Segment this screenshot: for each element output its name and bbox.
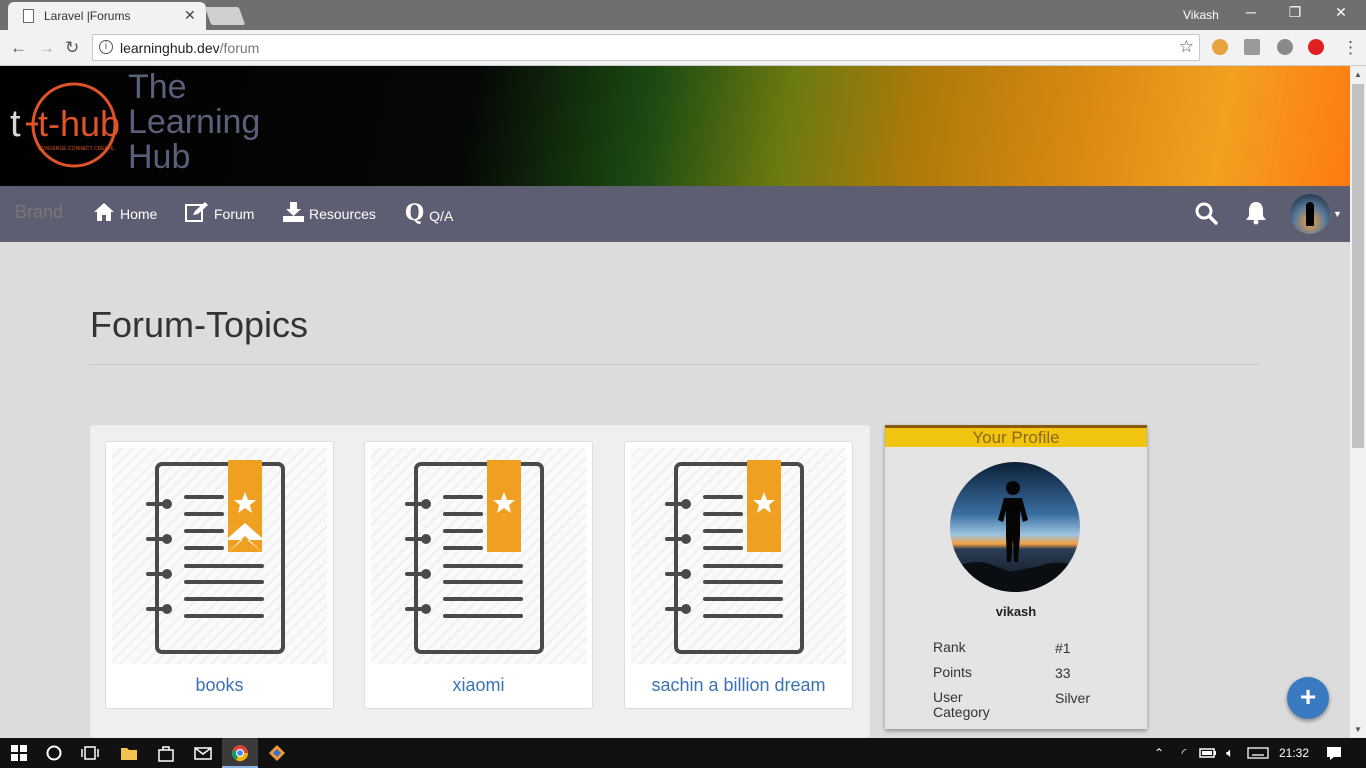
bookmark-star-icon[interactable]: ☆ bbox=[1179, 37, 1194, 57]
url-path: /forum bbox=[219, 40, 260, 56]
avatar[interactable] bbox=[1290, 194, 1330, 234]
notebook-art bbox=[371, 448, 586, 664]
profile-category-label: User Category bbox=[933, 689, 990, 720]
menu-kebab-icon[interactable]: ⋮ bbox=[1342, 38, 1359, 58]
site-banner: t t-hub CONVERGE CONNECT CREATE The Lear… bbox=[0, 66, 1350, 186]
topic-link[interactable]: xiaomi bbox=[365, 675, 592, 696]
action-center-icon[interactable] bbox=[1325, 744, 1343, 762]
site-title: The Learning Hub bbox=[128, 70, 260, 175]
notebook-icon bbox=[405, 460, 544, 654]
forward-icon[interactable]: → bbox=[38, 38, 55, 58]
profile-rank-label: Rank bbox=[933, 639, 966, 655]
notebook-icon bbox=[665, 460, 804, 654]
windows-taskbar: ⌃ ◜ 🔈︎ 21:32 bbox=[0, 738, 1366, 768]
keyboard-icon[interactable] bbox=[1247, 744, 1269, 762]
restore-icon[interactable]: ❐ bbox=[1280, 4, 1310, 21]
scrollbar-thumb[interactable] bbox=[1352, 84, 1364, 448]
nav-forum[interactable]: Forum bbox=[185, 202, 254, 222]
topic-card[interactable]: books bbox=[105, 441, 334, 709]
extension-icon[interactable] bbox=[1277, 39, 1293, 55]
avatar-silhouette bbox=[1306, 202, 1314, 226]
window-close-icon[interactable]: ✕ bbox=[1326, 4, 1356, 21]
address-bar[interactable]: i learninghub.dev/forum ☆ bbox=[92, 34, 1200, 61]
profile-rank-value: #1 bbox=[1055, 640, 1071, 656]
profile-card: Your Profile vikash Rank #1 Points 33 Us… bbox=[885, 425, 1147, 729]
page-title: Forum-Topics bbox=[90, 304, 309, 345]
add-topic-button[interactable]: + bbox=[1287, 677, 1329, 719]
navbar-brand[interactable]: Brand bbox=[15, 202, 63, 223]
notebook-art bbox=[631, 448, 846, 664]
tab-title: Laravel |Forums bbox=[44, 9, 131, 23]
info-icon[interactable]: i bbox=[99, 40, 113, 54]
t-hub-logo[interactable]: t t-hub CONVERGE CONNECT CREATE bbox=[8, 78, 120, 172]
topic-card[interactable]: xiaomi bbox=[364, 441, 593, 709]
title-divider bbox=[90, 364, 1259, 365]
profile-points-value: 33 bbox=[1055, 665, 1071, 681]
edit-icon bbox=[185, 202, 208, 222]
scroll-up-icon[interactable]: ▲ bbox=[1354, 70, 1362, 79]
browser-toolbar: ← → ↻ i learninghub.dev/forum ☆ ⋮ bbox=[0, 30, 1366, 66]
nav-label: Q/A bbox=[429, 208, 454, 224]
site-title-line: Hub bbox=[128, 138, 191, 176]
site-title-line: The bbox=[128, 68, 187, 106]
cookie-extension-icon[interactable] bbox=[1212, 39, 1228, 55]
minimize-icon[interactable]: ─ bbox=[1236, 4, 1266, 20]
scroll-down-icon[interactable]: ▼ bbox=[1354, 725, 1362, 734]
main-navbar: Brand Home Forum Resources Q Q/A bbox=[0, 186, 1350, 242]
tab-close-icon[interactable]: ✕ bbox=[184, 7, 196, 24]
logo-tagline: CONVERGE CONNECT CREATE bbox=[38, 146, 115, 152]
topic-link[interactable]: books bbox=[106, 675, 333, 696]
taskbar-clock[interactable]: 21:32 bbox=[1279, 746, 1309, 760]
chevron-up-icon[interactable]: ⌃ bbox=[1150, 744, 1168, 762]
profile-points-label: Points bbox=[933, 664, 972, 680]
download-icon bbox=[283, 202, 304, 222]
url-text[interactable]: learninghub.dev/forum bbox=[120, 40, 259, 56]
search-icon[interactable] bbox=[1194, 201, 1218, 225]
reload-icon[interactable]: ↻ bbox=[65, 38, 79, 58]
url-host: learninghub.dev bbox=[120, 40, 220, 56]
battery-icon[interactable] bbox=[1199, 744, 1217, 762]
page-favicon-icon bbox=[23, 9, 34, 23]
home-icon bbox=[94, 203, 114, 221]
back-icon[interactable]: ← bbox=[10, 38, 27, 58]
q-icon: Q bbox=[405, 200, 425, 226]
search-circle-icon[interactable] bbox=[45, 744, 63, 762]
bell-icon[interactable] bbox=[1245, 201, 1267, 225]
drive-extension-icon[interactable] bbox=[1244, 39, 1260, 55]
window-user-name[interactable]: Vikash bbox=[1183, 8, 1219, 22]
profile-category-value: Silver bbox=[1055, 690, 1091, 706]
new-tab-button[interactable] bbox=[204, 7, 246, 25]
person-silhouette-icon bbox=[950, 481, 1080, 592]
nav-label: Resources bbox=[309, 206, 376, 222]
nav-resources[interactable]: Resources bbox=[283, 202, 376, 222]
opera-extension-icon[interactable] bbox=[1308, 39, 1324, 55]
nav-qa[interactable]: Q Q/A bbox=[405, 202, 453, 224]
nav-label: Forum bbox=[214, 206, 255, 222]
sublime-text-icon[interactable] bbox=[268, 744, 286, 762]
site-title-line: Learning bbox=[128, 103, 261, 141]
profile-avatar[interactable] bbox=[950, 462, 1080, 592]
chevron-down-icon[interactable]: ▼ bbox=[1333, 209, 1342, 219]
nav-home[interactable]: Home bbox=[93, 202, 157, 222]
mail-icon[interactable] bbox=[194, 744, 212, 762]
notebook-art bbox=[112, 448, 327, 664]
page-scrollbar[interactable]: ▲ ▼ bbox=[1350, 66, 1366, 738]
file-explorer-icon[interactable] bbox=[120, 744, 138, 762]
logo-text: t-hub bbox=[38, 103, 120, 144]
task-view-icon[interactable] bbox=[81, 744, 99, 762]
chrome-icon[interactable] bbox=[231, 744, 249, 762]
topic-card[interactable]: sachin a billion dream bbox=[624, 441, 853, 709]
store-icon[interactable] bbox=[157, 744, 175, 762]
browser-tab-strip: Laravel |Forums ✕ Vikash ─ ❐ ✕ bbox=[0, 0, 1366, 30]
windows-start-icon[interactable] bbox=[10, 744, 28, 762]
svg-text:t: t bbox=[10, 103, 21, 145]
wifi-icon[interactable]: ◜ bbox=[1175, 744, 1193, 762]
notebook-icon bbox=[146, 460, 285, 654]
topic-link[interactable]: sachin a billion dream bbox=[625, 675, 852, 696]
volume-icon[interactable]: 🔈︎ bbox=[1221, 744, 1239, 762]
browser-tab[interactable]: Laravel |Forums ✕ bbox=[8, 2, 206, 30]
nav-label: Home bbox=[120, 206, 158, 222]
profile-header: Your Profile bbox=[885, 428, 1147, 447]
profile-name: vikash bbox=[995, 604, 1037, 619]
